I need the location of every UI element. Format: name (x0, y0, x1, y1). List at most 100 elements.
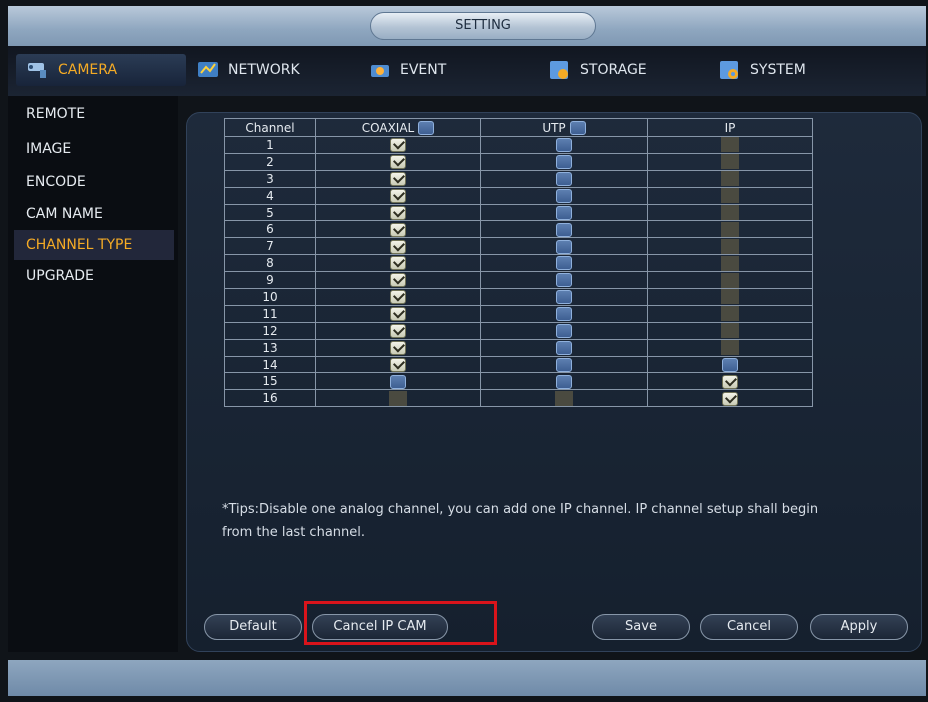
sidebar-item-upgrade[interactable]: UPGRADE (26, 268, 94, 284)
utp-checkbox[interactable] (556, 188, 572, 203)
ip-cell (647, 220, 813, 239)
utp-checkbox[interactable] (556, 222, 572, 237)
select-all-coaxial-checkbox[interactable] (418, 120, 435, 135)
coaxial-cell (315, 338, 481, 357)
table-row: 14 (224, 355, 813, 374)
coaxial-checkbox[interactable] (390, 256, 406, 271)
coaxial-checkbox[interactable] (390, 273, 406, 288)
sidebar-item-cam-name[interactable]: CAM NAME (26, 206, 103, 222)
table-row: 13 (224, 338, 813, 357)
coaxial-checkbox[interactable] (390, 171, 406, 186)
header-channel: Channel (224, 118, 316, 137)
window-title: SETTING (370, 12, 596, 40)
sidebar: REMOTE IMAGE ENCODE CAM NAME CHANNEL TYP… (8, 96, 178, 652)
ip-cell (647, 338, 813, 357)
tab-label: SYSTEM (750, 62, 806, 78)
utp-cell (480, 152, 648, 171)
channel-number: 14 (224, 355, 316, 374)
coaxial-checkbox (389, 390, 407, 406)
ip-cell (647, 186, 813, 205)
ip-cell (647, 254, 813, 273)
tab-camera[interactable]: CAMERA (16, 54, 186, 86)
ip-checkbox[interactable] (722, 357, 738, 372)
ip-checkbox[interactable] (722, 374, 738, 389)
table-row: 2 (224, 152, 813, 171)
table-row: 7 (224, 237, 813, 256)
coaxial-checkbox[interactable] (390, 155, 406, 170)
utp-checkbox[interactable] (556, 290, 572, 305)
ip-checkbox (721, 340, 739, 356)
coaxial-checkbox[interactable] (390, 222, 406, 237)
coaxial-cell (315, 237, 481, 256)
ip-cell (647, 136, 813, 154)
header-coaxial-label: COAXIAL (361, 120, 415, 135)
coaxial-checkbox[interactable] (390, 357, 406, 372)
ip-checkbox (721, 306, 739, 322)
channel-rows: 1 2 3 4 5 6 7 8 9 10 11 12 13 14 15 16 (224, 136, 813, 408)
ip-checkbox (721, 323, 739, 339)
utp-cell (480, 136, 648, 154)
coaxial-checkbox[interactable] (390, 307, 406, 322)
utp-checkbox[interactable] (556, 307, 572, 322)
coaxial-checkbox[interactable] (390, 374, 406, 389)
coaxial-checkbox[interactable] (390, 205, 406, 220)
utp-checkbox[interactable] (556, 273, 572, 288)
utp-checkbox[interactable] (556, 138, 572, 153)
utp-cell (480, 372, 648, 391)
utp-checkbox[interactable] (556, 239, 572, 254)
sidebar-item-encode[interactable]: ENCODE (26, 174, 86, 190)
tab-label: EVENT (400, 62, 447, 78)
tab-storage[interactable]: STORAGE (548, 54, 647, 86)
coaxial-checkbox[interactable] (390, 290, 406, 305)
utp-cell (480, 169, 648, 188)
coaxial-cell (315, 203, 481, 222)
ip-cell (647, 389, 813, 408)
coaxial-checkbox[interactable] (390, 188, 406, 203)
utp-cell (480, 321, 648, 340)
ip-cell (647, 321, 813, 340)
ip-cell (647, 288, 813, 306)
utp-checkbox[interactable] (556, 256, 572, 271)
utp-checkbox[interactable] (556, 340, 572, 355)
system-icon (718, 59, 742, 81)
coaxial-checkbox[interactable] (390, 138, 406, 153)
utp-checkbox[interactable] (556, 374, 572, 389)
utp-cell (480, 203, 648, 222)
sidebar-item-image[interactable]: IMAGE (26, 141, 71, 157)
coaxial-cell (315, 152, 481, 171)
sidebar-item-remote[interactable]: REMOTE (26, 106, 85, 122)
cancel-button[interactable]: Cancel (700, 614, 798, 640)
channel-number: 9 (224, 271, 316, 290)
channel-number: 4 (224, 186, 316, 205)
select-all-utp-checkbox[interactable] (569, 120, 586, 135)
table-row: 5 (224, 203, 813, 222)
ip-cell (647, 203, 813, 222)
utp-checkbox[interactable] (556, 171, 572, 186)
ip-checkbox (721, 154, 739, 170)
apply-button[interactable]: Apply (810, 614, 908, 640)
ip-checkbox[interactable] (722, 391, 738, 406)
coaxial-cell (315, 220, 481, 239)
sidebar-item-channel-type[interactable]: CHANNEL TYPE (14, 230, 174, 260)
save-button[interactable]: Save (592, 614, 690, 640)
table-row: 6 (224, 220, 813, 239)
coaxial-checkbox[interactable] (390, 239, 406, 254)
default-button[interactable]: Default (204, 614, 302, 640)
tab-system[interactable]: SYSTEM (718, 54, 806, 86)
coaxial-checkbox[interactable] (390, 323, 406, 338)
utp-checkbox[interactable] (556, 323, 572, 338)
tab-network[interactable]: NETWORK (196, 54, 300, 86)
coaxial-cell (315, 186, 481, 205)
coaxial-cell (315, 304, 481, 323)
tab-label: STORAGE (580, 62, 647, 78)
ip-cell (647, 237, 813, 256)
tab-event[interactable]: EVENT (368, 54, 446, 86)
tips-text: *Tips:Disable one analog channel, you ca… (222, 502, 819, 540)
utp-checkbox[interactable] (556, 357, 572, 372)
utp-checkbox[interactable] (556, 155, 572, 170)
utp-checkbox[interactable] (556, 205, 572, 220)
coaxial-checkbox[interactable] (390, 340, 406, 355)
ip-checkbox (721, 205, 739, 220)
channel-number: 6 (224, 220, 316, 239)
dvr-setting-screen: SETTING CAMERA NETWORK EVENT STORAGE SYS… (0, 0, 928, 702)
